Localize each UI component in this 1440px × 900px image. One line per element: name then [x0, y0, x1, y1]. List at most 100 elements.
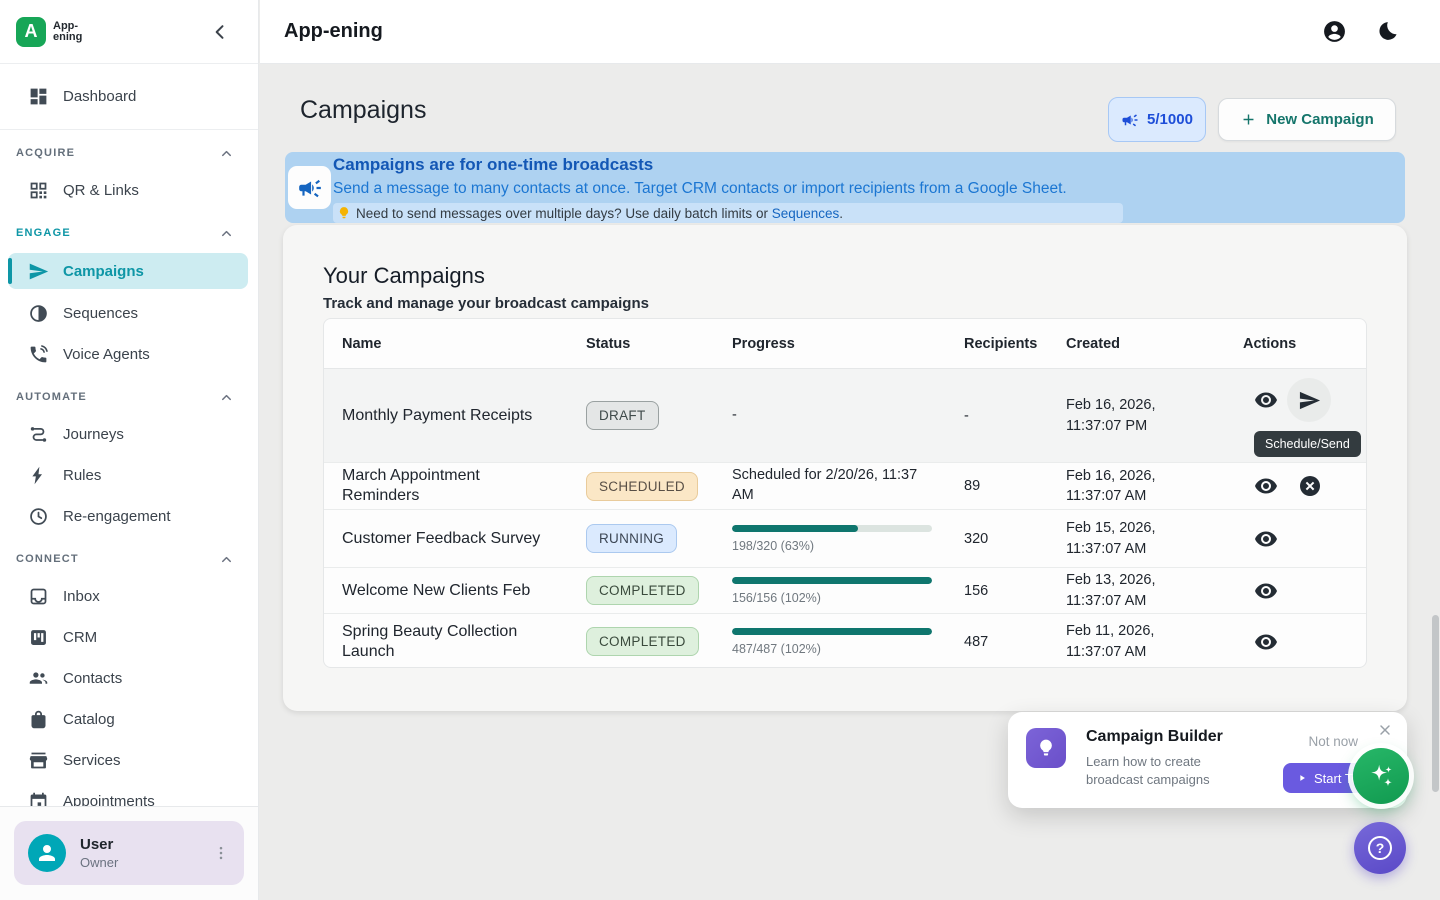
- eye-icon[interactable]: [1254, 527, 1278, 551]
- banner-subtitle: Send a message to many contacts at once.…: [333, 180, 1067, 198]
- progress-text: -: [732, 406, 737, 426]
- row-actions: [1243, 474, 1366, 498]
- popup-body-line: broadcast campaigns: [1086, 772, 1210, 787]
- sidebar-divider: [0, 129, 258, 130]
- created-value: Feb 15, 2026, 11:37:07 AM: [1066, 518, 1171, 559]
- section-header-engage[interactable]: ENGAGE: [0, 225, 258, 241]
- more-options-icon[interactable]: [212, 842, 230, 864]
- help-fab[interactable]: ?: [1354, 822, 1406, 874]
- progress-bar: [732, 577, 932, 584]
- storefront-icon: [28, 750, 49, 771]
- page-header-title: App-ening: [284, 20, 383, 43]
- clock-icon: [28, 506, 49, 527]
- col-progress: Progress: [732, 336, 964, 352]
- sidebar: A App- ening Dashboard ACQUIRE QR & Link…: [0, 0, 259, 900]
- recipients-value: 487: [964, 634, 1066, 650]
- sidebar-item-journeys[interactable]: Journeys: [0, 417, 258, 451]
- recipients-value: -: [964, 408, 1066, 424]
- eye-icon[interactable]: [1254, 474, 1278, 498]
- quota-badge[interactable]: 5/1000: [1108, 97, 1206, 142]
- sidebar-item-sequences[interactable]: Sequences: [0, 296, 258, 330]
- phone-waves-icon: [28, 344, 49, 365]
- info-banner: Campaigns are for one-time broadcasts Se…: [285, 152, 1405, 223]
- row-actions: Schedule/Send: [1243, 369, 1366, 422]
- sidebar-header: A App- ening: [0, 0, 258, 64]
- sidebar-item-crm[interactable]: CRM: [0, 620, 258, 654]
- sidebar-item-re-engagement[interactable]: Re-engagement: [0, 499, 258, 533]
- section-header-automate[interactable]: AUTOMATE: [0, 389, 258, 405]
- eye-icon[interactable]: [1254, 388, 1278, 412]
- dashboard-grid-icon: [28, 86, 49, 107]
- sidebar-item-campaigns[interactable]: Campaigns: [8, 253, 248, 289]
- recipients-value: 156: [964, 583, 1066, 599]
- sidebar-item-qr-links[interactable]: QR & Links: [0, 173, 258, 207]
- created-value: Feb 16, 2026, 11:37:07 PM: [1066, 395, 1171, 436]
- new-campaign-button[interactable]: New Campaign: [1218, 98, 1396, 141]
- lightbulb-icon: [337, 206, 351, 220]
- row-actions: [1243, 579, 1366, 603]
- eye-icon[interactable]: [1254, 579, 1278, 603]
- schedule-send-button[interactable]: [1287, 378, 1331, 422]
- sidebar-item-appointments[interactable]: Appointments: [0, 784, 258, 806]
- not-now-button[interactable]: Not now: [1308, 734, 1358, 749]
- col-recipients: Recipients: [964, 336, 1066, 352]
- send-icon: [1298, 389, 1321, 412]
- sidebar-item-rules[interactable]: Rules: [0, 458, 258, 492]
- question-mark-icon: ?: [1368, 836, 1392, 860]
- created-value: Feb 11, 2026, 11:37:07 AM: [1066, 621, 1171, 662]
- app-window: A App- ening Dashboard ACQUIRE QR & Link…: [0, 0, 1440, 900]
- moon-icon[interactable]: [1375, 19, 1400, 44]
- sidebar-item-contacts[interactable]: Contacts: [0, 661, 258, 695]
- bolt-icon: [28, 465, 49, 486]
- row-actions: [1243, 630, 1366, 654]
- play-icon: [1297, 773, 1307, 783]
- sidebar-collapse-icon[interactable]: [210, 22, 230, 42]
- created-value: Feb 16, 2026, 11:37:07 AM: [1066, 466, 1171, 507]
- sidebar-item-inbox[interactable]: Inbox: [0, 579, 258, 613]
- sidebar-item-catalog[interactable]: Catalog: [0, 702, 258, 736]
- table-row: Customer Feedback Survey RUNNING 198/320…: [324, 510, 1366, 568]
- campaigns-card: Your Campaigns Track and manage your bro…: [283, 225, 1407, 711]
- sidebar-item-voice-agents[interactable]: Voice Agents: [0, 337, 258, 371]
- col-status: Status: [586, 336, 732, 352]
- user-name: User: [80, 836, 212, 853]
- chevron-up-icon: [219, 226, 234, 241]
- section-header-acquire[interactable]: ACQUIRE: [0, 145, 258, 161]
- people-icon: [28, 668, 49, 689]
- header-actions: [1322, 19, 1400, 44]
- logo-letter: A: [25, 21, 38, 42]
- popup-title: Campaign Builder: [1086, 728, 1223, 746]
- send-icon: [28, 261, 49, 282]
- status-badge: RUNNING: [586, 524, 677, 553]
- table-row: March Appointment Reminders SCHEDULED Sc…: [324, 463, 1366, 510]
- chevron-up-icon: [219, 390, 234, 405]
- eye-icon[interactable]: [1254, 630, 1278, 654]
- close-icon[interactable]: [1377, 722, 1393, 738]
- user-card[interactable]: User Owner: [14, 821, 244, 885]
- card-title: Your Campaigns: [323, 263, 485, 289]
- calendar-icon: [28, 791, 49, 807]
- user-meta: User Owner: [80, 836, 212, 870]
- section-header-connect[interactable]: CONNECT: [0, 551, 258, 567]
- sequences-link[interactable]: Sequences: [772, 206, 840, 221]
- sidebar-footer: User Owner: [0, 806, 258, 900]
- person-icon: [35, 841, 59, 865]
- sidebar-nav: Dashboard ACQUIRE QR & Links ENGAGE Camp…: [0, 64, 258, 806]
- sidebar-item-services[interactable]: Services: [0, 743, 258, 777]
- progress-label: 156/156 (102%): [732, 591, 964, 605]
- sparkles-icon: [1366, 761, 1396, 791]
- lightbulb-badge: [1026, 728, 1066, 768]
- qr-code-icon: [28, 180, 49, 201]
- scrollbar-thumb[interactable]: [1432, 615, 1439, 792]
- cancel-icon[interactable]: [1298, 474, 1322, 498]
- card-subtitle: Track and manage your broadcast campaign…: [323, 295, 649, 312]
- sidebar-item-dashboard[interactable]: Dashboard: [0, 76, 258, 116]
- ai-assistant-fab[interactable]: [1353, 748, 1409, 804]
- recipients-value: 89: [964, 478, 1066, 494]
- shopping-bag-icon: [28, 709, 49, 730]
- table-row: Welcome New Clients Feb COMPLETED 156/15…: [324, 568, 1366, 614]
- progress-bar: [732, 628, 932, 635]
- account-circle-icon[interactable]: [1322, 19, 1347, 44]
- progress-bar-fill: [732, 577, 932, 584]
- megaphone-icon: [1121, 111, 1139, 129]
